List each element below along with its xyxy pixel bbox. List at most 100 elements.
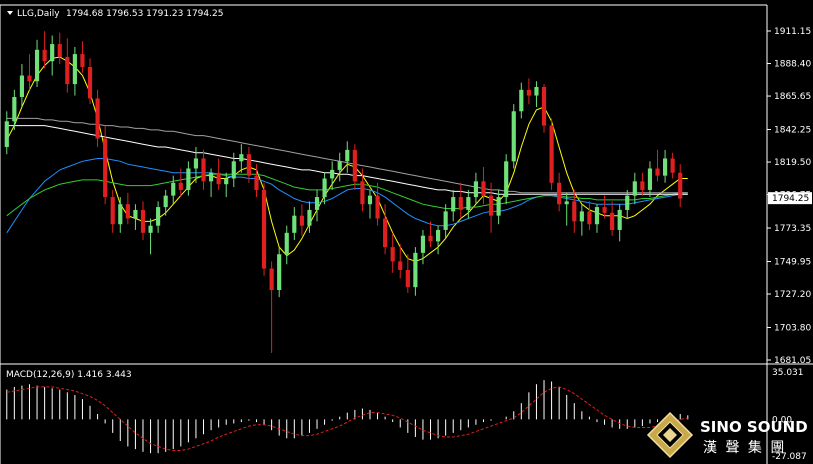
candle-body (95, 98, 100, 139)
candle-body (133, 209, 138, 219)
price-tick-label: 1842.25 (774, 126, 811, 136)
price-tick-label: 1865.65 (774, 92, 811, 102)
chart-header: LLG,Daily 1794.68 1796.53 1791.23 1794.2… (7, 9, 223, 19)
ohlc-label: 1794.68 1796.53 1791.23 1794.25 (66, 9, 223, 19)
candle-body (473, 181, 478, 198)
candle-body (670, 158, 675, 173)
candle-body (239, 154, 244, 162)
candle-body (34, 49, 40, 82)
candle-body (511, 111, 516, 162)
price-tick-label: 1888.40 (774, 60, 811, 70)
candle-body (451, 197, 456, 212)
candle-body (352, 149, 357, 182)
brand-name: SINO SOUND (700, 418, 808, 436)
candle-body (57, 44, 62, 57)
candle-body (103, 138, 108, 198)
price-tick-label: 1703.80 (774, 323, 811, 333)
candle-body (178, 182, 183, 190)
candle-body (488, 195, 494, 216)
candle-body (640, 181, 645, 190)
price-tick-label: 1681.05 (774, 356, 811, 366)
candle-body (148, 225, 153, 233)
candle-body (345, 149, 350, 162)
candle-body (201, 158, 206, 182)
candle-body (655, 168, 660, 176)
candle-body (140, 209, 146, 233)
candle-body (4, 121, 9, 148)
candle-body (534, 86, 539, 96)
candle-body (413, 252, 418, 288)
candle-body (337, 161, 342, 170)
candle-body (118, 204, 123, 225)
candle-body (632, 181, 637, 196)
candle-body (216, 172, 221, 185)
candle-body (314, 197, 320, 210)
current-price-tag: 1794.25 (768, 192, 812, 205)
price-tick-label: 1749.95 (774, 257, 811, 267)
candle-body (65, 56, 70, 85)
candle-body (110, 197, 115, 225)
candle-body (125, 204, 130, 219)
candle-body (231, 161, 236, 179)
price-tick-label: 1819.50 (774, 158, 811, 168)
macd-tick-label: 35.031 (772, 368, 804, 378)
candle-body (12, 96, 17, 122)
candle-body (594, 207, 600, 225)
chart-area[interactable]: 1911.151888.401865.651842.251819.501796.… (0, 0, 813, 464)
candle-body (261, 189, 267, 269)
candle-body (610, 212, 615, 230)
candle-body (367, 195, 373, 205)
candle-body (80, 54, 85, 67)
candle-body (564, 201, 569, 205)
candle-body (156, 207, 161, 226)
candle-body (330, 169, 335, 179)
candle-body (19, 75, 24, 97)
candle-body (224, 178, 229, 185)
price-tick-label: 1727.20 (774, 290, 811, 300)
candle-body (678, 172, 683, 199)
price-tick-label: 1911.15 (774, 27, 811, 37)
candle-body (284, 232, 289, 255)
candle-body (398, 261, 403, 270)
candle-body (383, 218, 388, 248)
candle-body (193, 158, 199, 169)
candle-body (496, 197, 501, 216)
symbol-label: LLG,Daily (17, 9, 60, 19)
candle-body (458, 197, 463, 210)
candle-body (50, 44, 55, 62)
candle-body (254, 175, 259, 190)
price-tick-label: 1773.35 (774, 224, 811, 234)
candle-body (72, 54, 77, 85)
candle-body (519, 89, 524, 112)
candle-body (322, 178, 327, 198)
candle-body (27, 75, 32, 82)
candle-body (299, 215, 304, 226)
current-price-label: 1794.25 (772, 194, 809, 204)
candle-body (572, 201, 577, 222)
candle-body (246, 154, 251, 176)
candle-body (360, 181, 365, 205)
candle-body (579, 211, 584, 222)
candle-body (269, 268, 274, 291)
candle-body (428, 235, 433, 242)
candle-body (163, 195, 168, 208)
candle-body (443, 211, 448, 230)
candle-body (617, 209, 622, 230)
candle-body (602, 207, 607, 213)
candle-body (307, 209, 312, 226)
candle-body (663, 158, 668, 176)
candle-body (390, 247, 395, 262)
candle-body (625, 195, 630, 210)
candle-body (405, 269, 410, 288)
candle-body (375, 195, 380, 219)
dropdown-arrow-icon[interactable] (7, 11, 13, 15)
candle-body (42, 49, 47, 62)
candle-body (466, 197, 471, 210)
candle-body (557, 182, 562, 205)
sino-sound-logo: SINO SOUND 漢 聲 集 團 (646, 411, 808, 459)
candle-body (481, 181, 486, 196)
macd-label: MACD(12,26,9) 1.416 3.443 (6, 370, 132, 380)
candle-body (541, 86, 547, 126)
candle-body (277, 254, 282, 291)
ma-line-ma_green (6, 173, 688, 217)
